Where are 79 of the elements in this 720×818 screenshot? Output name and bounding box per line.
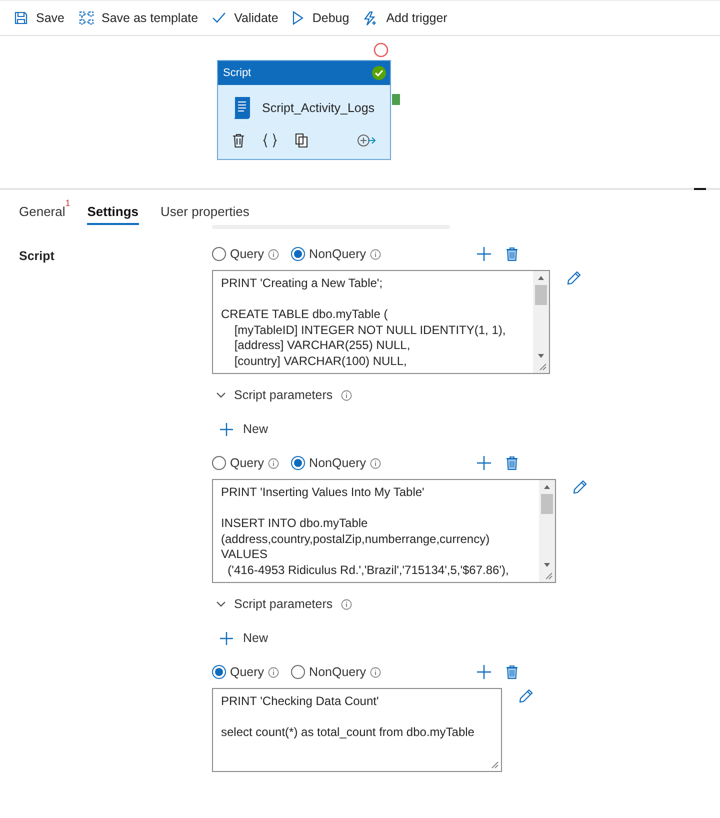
resize-grip-icon[interactable] [545, 572, 553, 580]
edit-icon[interactable] [572, 479, 588, 495]
scrollbar-thumb[interactable] [541, 494, 553, 514]
output-handle[interactable] [392, 94, 400, 105]
new-button[interactable]: New [220, 422, 588, 436]
play-icon [292, 11, 304, 25]
radio-option[interactable]: NonQuery [291, 456, 382, 470]
info-icon[interactable] [340, 598, 352, 610]
radio-option[interactable]: NonQuery [291, 665, 382, 679]
radio-button[interactable] [212, 247, 226, 261]
radio-button[interactable] [291, 665, 306, 679]
radio-label: NonQuery [309, 456, 366, 470]
toolbar-button[interactable]: Save as template [78, 11, 198, 25]
radio-button[interactable] [291, 247, 306, 261]
section-title: Script parameters [234, 597, 333, 611]
new-button[interactable]: New [220, 631, 588, 645]
resize-grip-icon[interactable] [539, 363, 547, 371]
toolbar-button[interactable]: Add trigger [363, 10, 448, 26]
add-icon[interactable] [477, 665, 492, 679]
info-icon[interactable] [370, 248, 382, 260]
copy-icon[interactable] [295, 133, 309, 148]
radio-option[interactable]: NonQuery [291, 247, 382, 261]
radio-button[interactable] [212, 665, 226, 679]
scrollbar[interactable] [533, 271, 549, 373]
braces-icon[interactable] [263, 133, 277, 148]
radio-option[interactable]: Query [212, 665, 280, 679]
edit-icon[interactable] [566, 270, 582, 286]
chevron-icon [216, 392, 226, 398]
add-icon[interactable] [477, 247, 492, 261]
info-icon[interactable] [268, 458, 280, 468]
save-icon [14, 11, 28, 25]
activity-type: Script [223, 67, 252, 79]
circle-icon [373, 42, 389, 58]
section-toggle[interactable]: Script parameters [216, 597, 588, 611]
delete-icon[interactable] [506, 247, 518, 261]
radio-button[interactable] [291, 456, 306, 470]
bolt-icon [363, 10, 378, 26]
add-icon [220, 422, 233, 436]
chevron-icon [216, 601, 226, 607]
radio-label: NonQuery [309, 665, 366, 679]
code-field[interactable]: PRINT 'Creating a New Table'; CREATE TABLE dbo.myTable ( [myTableID] INTEGER NOT NULL IDENTITY(1, 1), [address] VARCHAR(255) NULL, [country] VARCHAR(100) NULL, [212, 270, 550, 374]
info-icon[interactable] [370, 458, 382, 468]
edit-icon[interactable] [518, 688, 534, 704]
info-icon[interactable] [340, 390, 352, 400]
info-icon[interactable] [268, 666, 280, 678]
field-label: Script [18, 248, 56, 265]
section-toggle[interactable]: Script parameters [216, 388, 588, 402]
tab[interactable]: User properties [160, 204, 250, 225]
info-icon[interactable] [370, 666, 382, 678]
section-title: Script parameters [234, 388, 333, 402]
radio-button[interactable] [212, 456, 226, 470]
radio-option[interactable]: Query [212, 247, 280, 261]
scrollbar[interactable] [539, 480, 555, 582]
radio-label: Query [230, 456, 264, 470]
code-field[interactable]: PRINT 'Inserting Values Into My Table' INSERT INTO dbo.myTable (address,country,postalZip,numberrange,currency) VALUES ('416-4953 Ridiculus Rd.','Brazil','715134',5,'$67.86'), [212, 479, 556, 583]
radio-label: NonQuery [309, 247, 366, 261]
check-icon [212, 12, 226, 24]
activity-name: Script_Activity_Logs [262, 101, 375, 115]
radio-label: Query [230, 247, 264, 261]
minimize-handle[interactable] [694, 188, 706, 190]
resize-grip-icon[interactable] [491, 761, 499, 769]
activity-node[interactable]: Script Script_Activity_Logs [217, 60, 391, 160]
error-count: 1 [65, 198, 70, 208]
scrollbar-thumb[interactable] [535, 285, 547, 305]
toolbar-button[interactable]: Validate [212, 11, 278, 25]
nodes-icon [78, 11, 94, 25]
toolbar-button[interactable]: Save [14, 11, 64, 25]
add-icon [220, 632, 233, 644]
add-icon[interactable] [477, 456, 492, 470]
delete-icon[interactable] [506, 456, 518, 470]
add-output-icon[interactable] [357, 134, 376, 147]
info-icon[interactable] [268, 248, 280, 260]
tab[interactable]: Settings [87, 204, 139, 225]
radio-label: Query [230, 665, 264, 679]
radio-option[interactable]: Query [212, 456, 280, 470]
delete-icon[interactable] [506, 665, 518, 679]
code-field[interactable]: PRINT 'Checking Data Count' select count(*) as total_count from dbo.myTable [212, 688, 502, 772]
toolbar-button[interactable]: Debug [292, 11, 350, 25]
delete-icon[interactable] [232, 133, 245, 148]
